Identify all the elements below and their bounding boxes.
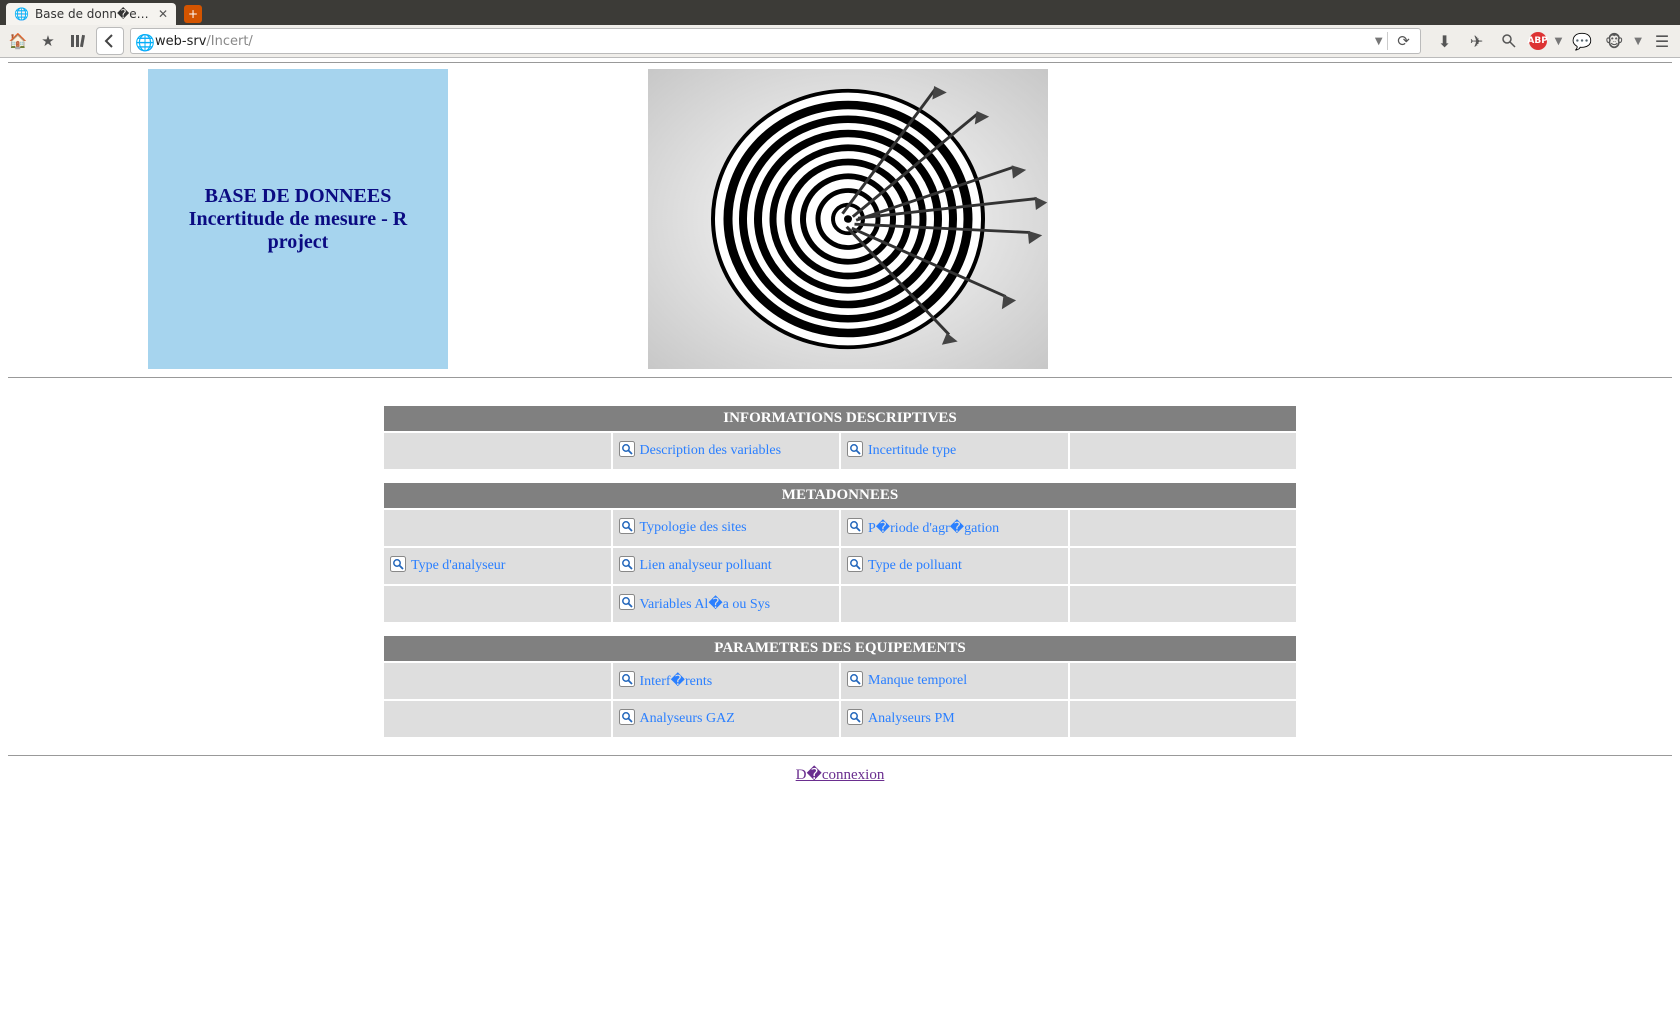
magnify-icon (619, 556, 635, 576)
table-cell: Description des variables (613, 433, 840, 469)
browser-tab[interactable]: 🌐 Base de donn�es INCE... ✕ (6, 3, 176, 25)
table-cell: Type d'analyseur (384, 548, 611, 584)
back-button[interactable] (96, 27, 124, 55)
magnify-icon (619, 441, 635, 461)
table-cell: P�riode d'agr�gation (841, 510, 1068, 546)
url-text: web-srv/Incert/ (155, 34, 1371, 49)
section-grid: Description des variables Incertitude ty… (384, 433, 1296, 469)
browser-toolbar: 🏠 ★ 🌐 web-srv/Incert/ ▼ ⟳ ⬇ ✈ ABP ▼ 💬 🐵 … (0, 25, 1680, 58)
chat-icon[interactable]: 💬 (1570, 29, 1594, 53)
table-cell (1070, 586, 1297, 622)
section-header: PARAMETRES DES EQUIPEMENTS (384, 636, 1296, 661)
table-cell: Analyseurs PM (841, 701, 1068, 737)
new-tab-button[interactable]: + (184, 5, 202, 23)
table-cell: Manque temporel (841, 663, 1068, 699)
page-content: BASE DE DONNEES Incertitude de mesure - … (0, 58, 1680, 786)
abp-chevron-icon[interactable]: ▼ (1555, 36, 1563, 47)
magnify-icon (619, 671, 635, 691)
table-cell (384, 510, 611, 546)
table-cell: Incertitude type (841, 433, 1068, 469)
magnify-icon (847, 518, 863, 538)
home-icon[interactable]: 🏠 (6, 29, 30, 53)
globe-icon: 🌐 (135, 33, 151, 49)
section-grid: Interf�rents Manque temporel Analyseurs … (384, 663, 1296, 737)
adblock-icon[interactable]: ABP (1529, 32, 1547, 50)
tab-strip: 🌐 Base de donn�es INCE... ✕ + (0, 0, 1680, 25)
table-cell: Type de polluant (841, 548, 1068, 584)
monkey-icon[interactable]: 🐵 (1602, 29, 1626, 53)
header-row: BASE DE DONNEES Incertitude de mesure - … (8, 69, 1672, 369)
table-cell (1070, 433, 1297, 469)
section-header: INFORMATIONS DESCRIPTIVES (384, 406, 1296, 431)
magnify-icon (619, 709, 635, 729)
table-link[interactable]: Lien analyseur polluant (640, 558, 772, 574)
table-link[interactable]: P�riode d'agr�gation (868, 520, 999, 537)
title-line-1: BASE DE DONNEES (189, 185, 407, 208)
table-link[interactable]: Incertitude type (868, 443, 956, 459)
table-link[interactable]: Description des variables (640, 443, 782, 459)
divider-mid (8, 377, 1672, 378)
history-dropdown-icon[interactable]: ▼ (1375, 36, 1383, 47)
title-line-3: project (189, 231, 407, 254)
target-image (648, 69, 1048, 369)
magnify-icon (847, 441, 863, 461)
table-cell (384, 586, 611, 622)
tab-favicon: 🌐 (14, 7, 29, 21)
magnify-ext-icon[interactable] (1497, 29, 1521, 53)
table-cell (384, 663, 611, 699)
table-link[interactable]: Interf�rents (640, 673, 713, 690)
reload-icon[interactable]: ⟳ (1392, 29, 1416, 53)
table-cell: Interf�rents (613, 663, 840, 699)
table-cell (1070, 510, 1297, 546)
logout-row: D�connexion (8, 764, 1672, 784)
tab-title: Base de donn�es INCE... (35, 7, 152, 21)
address-bar[interactable]: 🌐 web-srv/Incert/ ▼ ⟳ (130, 28, 1421, 54)
table-link[interactable]: Analyseurs PM (868, 711, 955, 727)
table-link[interactable]: Analyseurs GAZ (640, 711, 735, 727)
toolbar-right: ⬇ ✈ ABP ▼ 💬 🐵 ▼ ☰ (1433, 29, 1674, 53)
table-link[interactable]: Type de polluant (868, 558, 962, 574)
logout-link[interactable]: D�connexion (796, 767, 885, 783)
section-grid: Typologie des sites P�riode d'agr�gation… (384, 510, 1296, 622)
section-header: METADONNEES (384, 483, 1296, 508)
title-box: BASE DE DONNEES Incertitude de mesure - … (148, 69, 448, 369)
table-cell (1070, 548, 1297, 584)
magnify-icon (847, 556, 863, 576)
magnify-icon (619, 594, 635, 614)
library-icon[interactable] (66, 29, 90, 53)
table-cell (1070, 663, 1297, 699)
download-icon[interactable]: ⬇ (1433, 29, 1457, 53)
table-link[interactable]: Manque temporel (868, 673, 967, 689)
divider-top (8, 62, 1672, 63)
magnify-icon (847, 671, 863, 691)
table-link[interactable]: Type d'analyseur (411, 558, 505, 574)
tables-container: INFORMATIONS DESCRIPTIVES Description de… (384, 406, 1296, 737)
send-icon[interactable]: ✈ (1465, 29, 1489, 53)
table-cell (841, 586, 1068, 622)
tab-close-icon[interactable]: ✕ (158, 7, 168, 21)
divider-bottom (8, 755, 1672, 756)
table-cell: Analyseurs GAZ (613, 701, 840, 737)
bookmark-star-icon[interactable]: ★ (36, 29, 60, 53)
table-cell: Typologie des sites (613, 510, 840, 546)
title-line-2: Incertitude de mesure - R (189, 208, 407, 231)
magnify-icon (847, 709, 863, 729)
magnify-icon (619, 518, 635, 538)
table-link[interactable]: Variables Al�a ou Sys (640, 596, 771, 613)
hamburger-menu-icon[interactable]: ☰ (1650, 29, 1674, 53)
monkey-chevron-icon[interactable]: ▼ (1634, 36, 1642, 47)
table-cell: Lien analyseur polluant (613, 548, 840, 584)
table-cell: Variables Al�a ou Sys (613, 586, 840, 622)
table-cell (384, 701, 611, 737)
table-cell (1070, 701, 1297, 737)
title-box-inner: BASE DE DONNEES Incertitude de mesure - … (179, 185, 417, 254)
table-link[interactable]: Typologie des sites (640, 520, 747, 536)
magnify-icon (390, 556, 406, 576)
table-cell (384, 433, 611, 469)
